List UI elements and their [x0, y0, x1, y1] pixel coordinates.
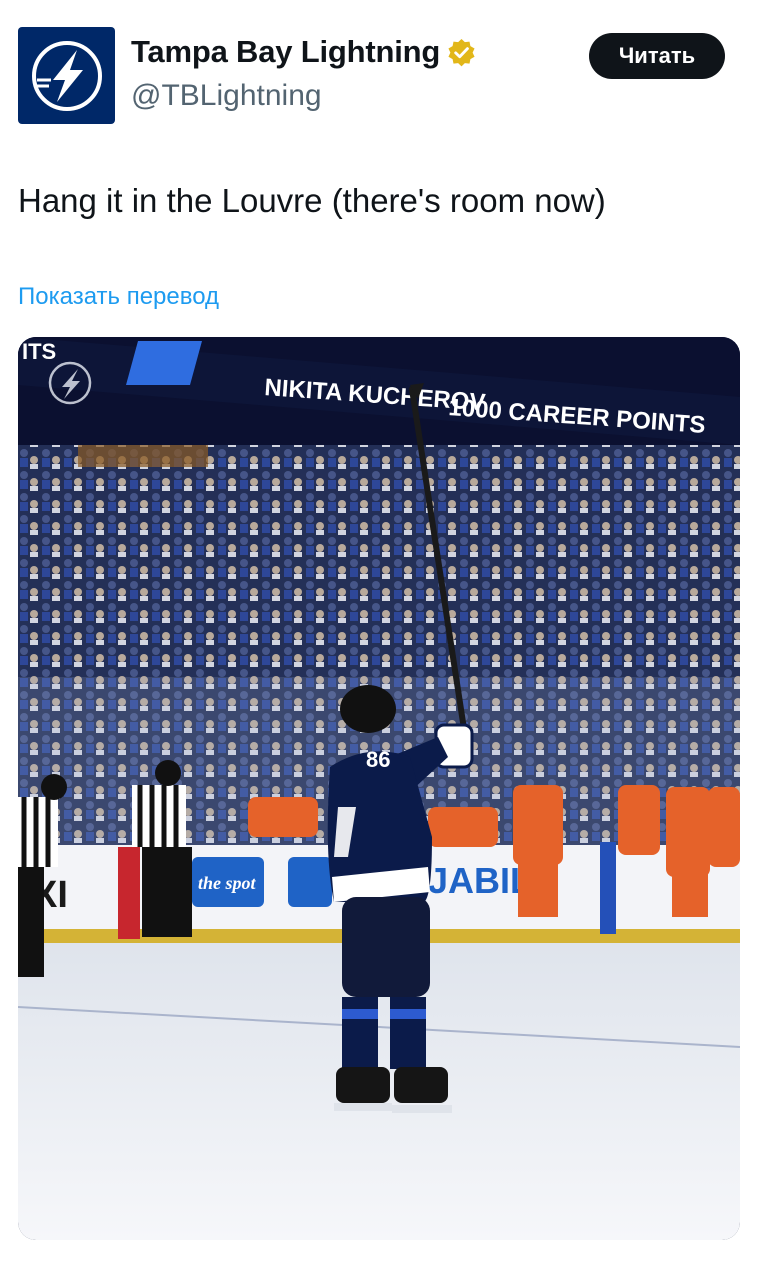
verified-badge-icon[interactable]	[446, 37, 477, 68]
board-left-text: ITS	[22, 339, 56, 364]
author-name[interactable]: Tampa Bay Lightning	[131, 34, 440, 70]
board-ad-spot: the spot	[198, 873, 257, 893]
avatar[interactable]	[18, 27, 115, 124]
author-handle[interactable]: @TBLightning	[131, 79, 322, 113]
lightning-bolt-logo-icon	[31, 40, 102, 111]
jersey-number: 86	[366, 747, 390, 772]
show-translation-link[interactable]: Показать перевод	[18, 283, 219, 311]
follow-button[interactable]: Читать	[589, 33, 725, 79]
hockey-photo-illustration: ITS NIKITA KUCHEROV 1000 CAREER POINTS t…	[18, 337, 740, 1240]
tweet-text: Hang it in the Louvre (there's room now)	[18, 182, 606, 219]
board-ad-jabil: JABIL	[428, 860, 532, 901]
tweet-photo[interactable]: ITS NIKITA KUCHEROV 1000 CAREER POINTS t…	[18, 337, 740, 1240]
author-name-row: Tampa Bay Lightning	[131, 34, 477, 70]
